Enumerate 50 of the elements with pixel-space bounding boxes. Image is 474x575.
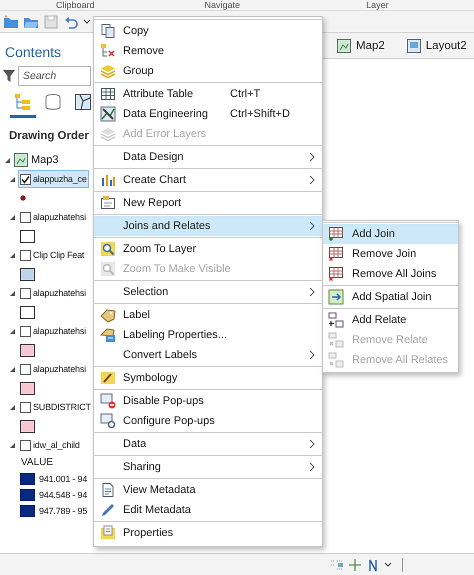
menu-item[interactable]: View Metadata: [94, 480, 322, 500]
menu-item[interactable]: Label: [94, 305, 322, 325]
legend-label: 947.789 - 95: [39, 506, 88, 516]
menu-item[interactable]: Properties: [94, 523, 322, 543]
map-name[interactable]: Map3: [31, 154, 59, 166]
shortcut-text: Ctrl+T: [230, 88, 262, 100]
menu-item[interactable]: Remove Join: [323, 244, 458, 264]
menu-item[interactable]: Data Design: [94, 147, 322, 167]
map-tab[interactable]: Map2: [337, 38, 385, 52]
menu-item[interactable]: New Report: [94, 193, 322, 213]
ribbon-group-label: Clipboard: [56, 0, 95, 10]
layer-item[interactable]: alapuzhatehsi: [18, 284, 88, 302]
legend-label: 944.548 - 94: [39, 490, 88, 500]
menu-item[interactable]: Create Chart: [94, 170, 322, 190]
menu-item[interactable]: Symbology: [94, 368, 322, 388]
map-tab[interactable]: Layout2: [406, 38, 467, 52]
menu-item[interactable]: Edit Metadata: [94, 500, 322, 520]
menu-item[interactable]: Attribute Table Ctrl+T: [94, 84, 322, 104]
menu-item[interactable]: Data: [94, 434, 322, 454]
menu-item[interactable]: Convert Labels: [94, 345, 322, 365]
menu-item[interactable]: Joins and Relates: [94, 216, 322, 236]
menu-item[interactable]: Copy: [94, 21, 322, 41]
menu-item[interactable]: Remove: [94, 41, 322, 61]
layer-item[interactable]: Clip Clip Feat: [18, 246, 86, 264]
ribbon-group-label: Layer: [366, 0, 389, 10]
menu-item[interactable]: Add Relate: [323, 310, 458, 330]
layer-item[interactable]: alappuzha_ce: [18, 170, 89, 188]
legend-heading: VALUE: [21, 457, 54, 470]
search-field[interactable]: Search: [18, 66, 91, 86]
menu-item[interactable]: Group: [94, 61, 322, 81]
menu-item[interactable]: Add Join: [323, 224, 458, 244]
menu-item[interactable]: Selection: [94, 282, 322, 302]
shortcut-text: Ctrl+Shift+D: [230, 108, 291, 120]
legend-label: 941.001 - 94: [39, 474, 88, 484]
menu-item[interactable]: Add Spatial Join: [323, 287, 458, 307]
section-heading: Drawing Order: [9, 130, 89, 144]
layer-item[interactable]: alapuzhatehsi: [18, 208, 88, 226]
ribbon-group-label: Navigate: [204, 0, 240, 10]
menu-item[interactable]: Configure Pop-ups: [94, 411, 322, 431]
menu-item[interactable]: Data Engineering Ctrl+Shift+D: [94, 104, 322, 124]
layer-item[interactable]: alapuzhatehsi: [18, 360, 88, 378]
layer-item[interactable]: SUBDISTRICT: [18, 398, 93, 416]
layer-item[interactable]: alapuzhatehsi: [18, 322, 88, 340]
menu-item[interactable]: Disable Pop-ups: [94, 391, 322, 411]
menu-item[interactable]: Zoom To Layer: [94, 239, 322, 259]
menu-item[interactable]: Sharing: [94, 457, 322, 477]
pane-title: Contents: [5, 44, 62, 62]
menu-item[interactable]: Remove All Joins: [323, 264, 458, 284]
menu-item[interactable]: Labeling Properties...: [94, 325, 322, 345]
layer-item[interactable]: idw_al_child: [18, 436, 82, 454]
